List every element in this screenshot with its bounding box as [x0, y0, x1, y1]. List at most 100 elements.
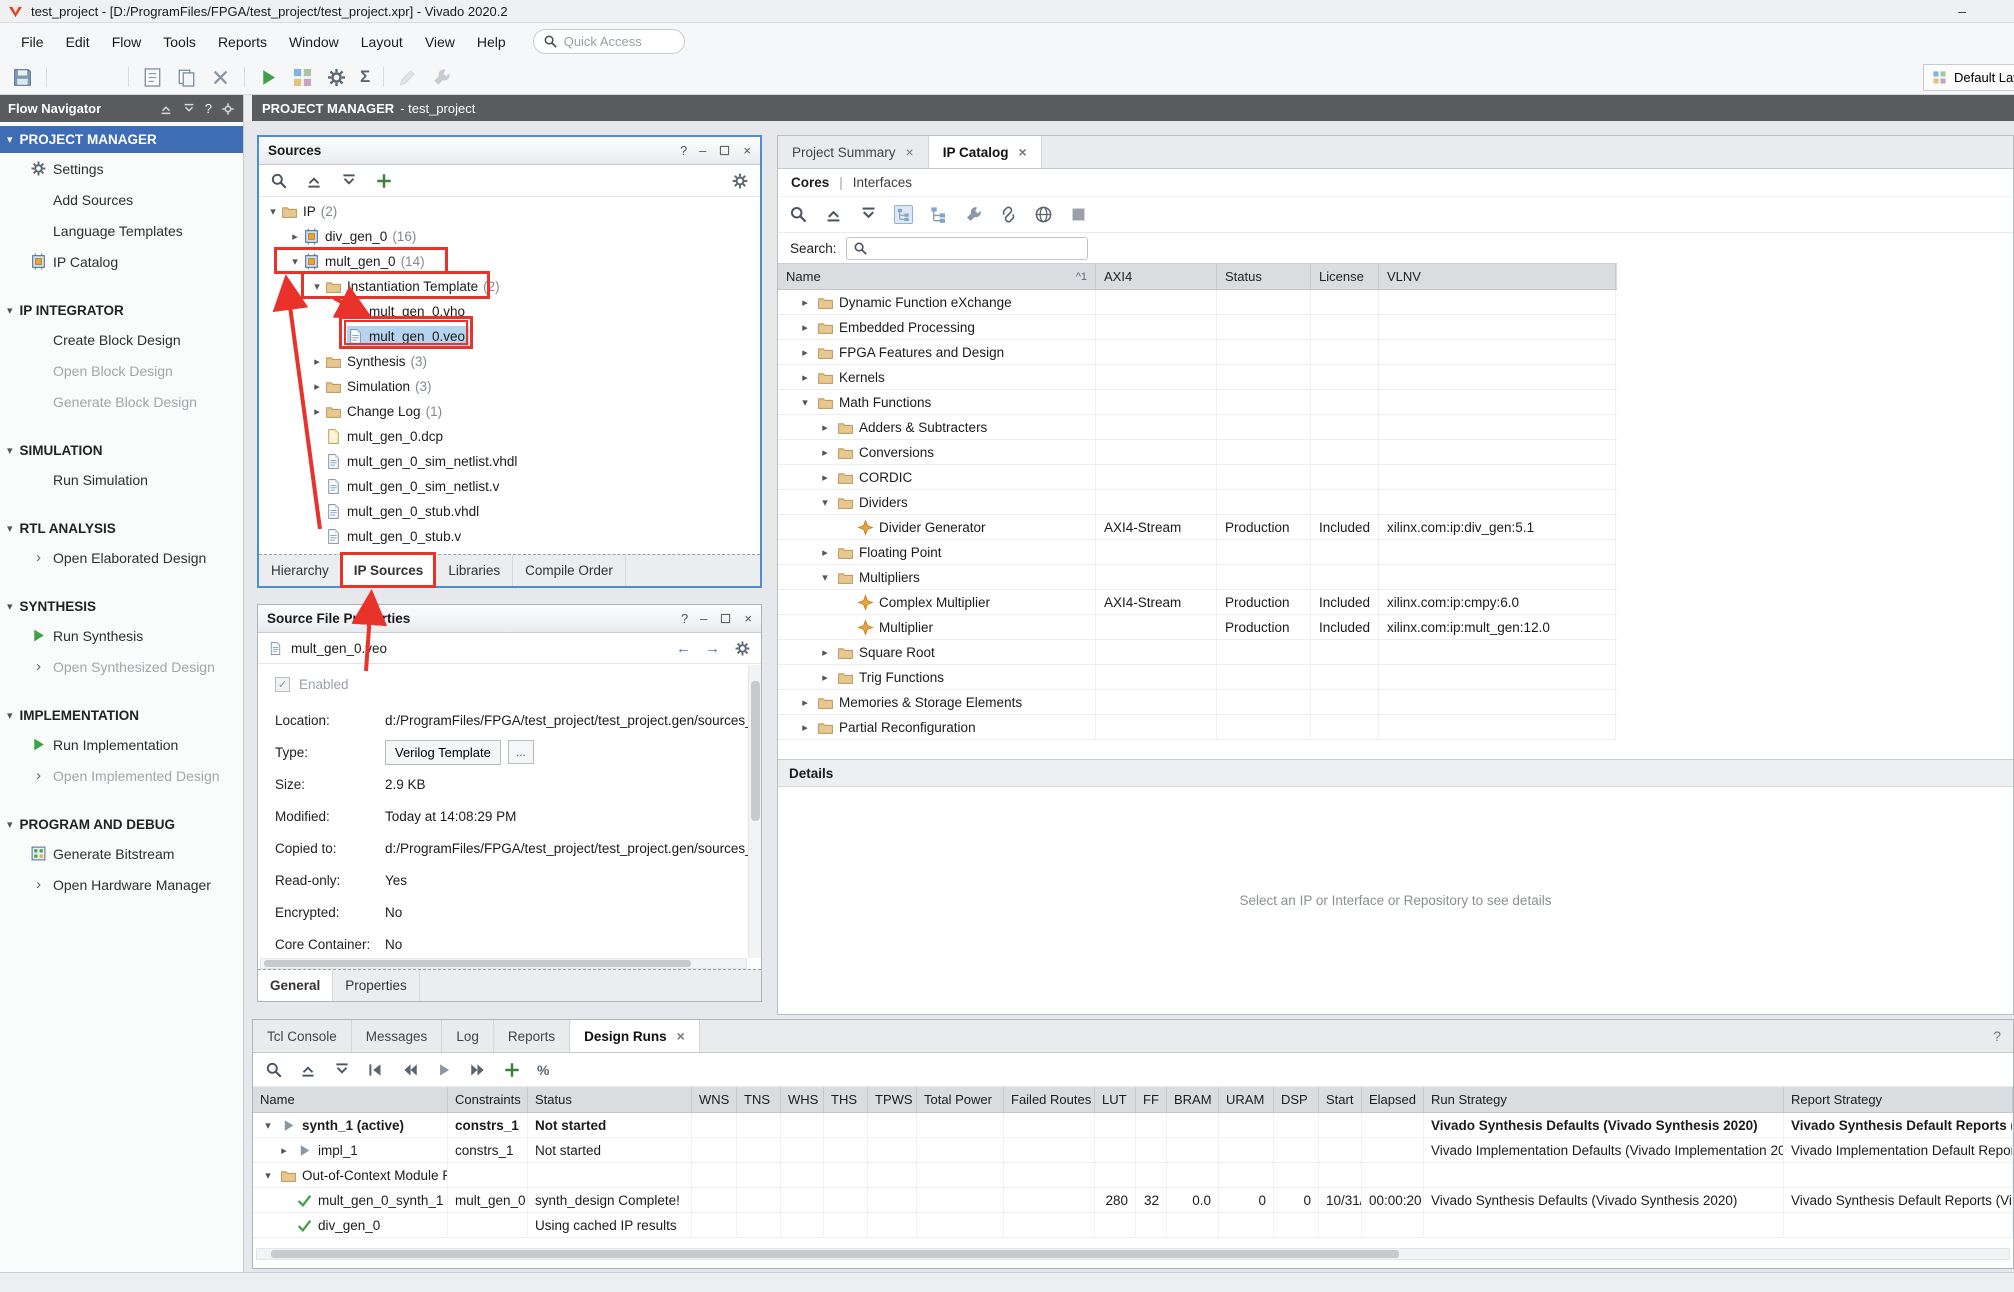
runs-column-ff[interactable]: FF: [1136, 1087, 1167, 1112]
expand-all-icon[interactable]: [333, 1061, 351, 1079]
catalog-row-multipliers[interactable]: ▾Multipliers: [778, 565, 1617, 590]
runs-column-whs[interactable]: WHS: [781, 1087, 824, 1112]
sources-tree-item-instantiation-template[interactable]: ▾Instantiation Template(2): [259, 274, 760, 299]
flownav-section-ip-integrator[interactable]: ▾IP INTEGRATOR: [0, 297, 243, 324]
customize-icon[interactable]: [964, 205, 983, 224]
sources-tree-item-mult-gen-0-sim-netlist-vhdl[interactable]: mult_gen_0_sim_netlist.vhdl: [259, 449, 760, 474]
collapse-all-icon[interactable]: [305, 172, 323, 190]
chevron-right-icon[interactable]: ▸: [798, 696, 812, 709]
runs-column-ths[interactable]: THS: [824, 1087, 868, 1112]
runs-column-report-strategy[interactable]: Report Strategy: [1784, 1087, 2013, 1112]
flownav-item-add-sources[interactable]: Add Sources: [0, 184, 243, 215]
subnav-interfaces[interactable]: Interfaces: [853, 175, 912, 190]
runs-column-failed-routes[interactable]: Failed Routes: [1004, 1087, 1095, 1112]
settings-gear-icon[interactable]: [731, 172, 749, 190]
settings-gear-icon[interactable]: [326, 67, 347, 88]
chevron-down-icon[interactable]: ▾: [265, 205, 281, 218]
flownav-item-run-implementation[interactable]: Run Implementation: [0, 729, 243, 760]
sources-tree-item-div-gen-0[interactable]: ▸div_gen_0(16): [259, 224, 760, 249]
menu-layout[interactable]: Layout: [350, 27, 414, 57]
chevron-down-icon[interactable]: ▾: [261, 1169, 275, 1182]
sources-tree-item-mult-gen-0-vho[interactable]: mult_gen_0.vho: [259, 299, 760, 324]
catalog-column-axi4[interactable]: AXI4: [1096, 264, 1217, 289]
tab-design-runs[interactable]: Design Runs×: [570, 1020, 700, 1052]
help-icon[interactable]: ?: [681, 611, 688, 626]
catalog-row-conversions[interactable]: ▸Conversions: [778, 440, 1617, 465]
sources-tree-item-mult-gen-0-stub-vhdl[interactable]: mult_gen_0_stub.vhdl: [259, 499, 760, 524]
menu-flow[interactable]: Flow: [101, 27, 153, 57]
flownav-item-run-synthesis[interactable]: Run Synthesis: [0, 620, 243, 651]
close-tab-icon[interactable]: ×: [1019, 144, 1027, 160]
back-icon[interactable]: ←: [676, 640, 691, 657]
scrollbar-thumb[interactable]: [751, 681, 760, 821]
scrollbar-thumb[interactable]: [264, 960, 691, 967]
default-layout-button[interactable]: Default Layout: [1923, 64, 2014, 91]
chevron-down-icon[interactable]: ▾: [818, 571, 832, 584]
catalog-column-status[interactable]: Status: [1217, 264, 1311, 289]
run-row-div-gen-0[interactable]: div_gen_0Using cached IP results: [253, 1213, 2013, 1238]
runs-column-constraints[interactable]: Constraints: [448, 1087, 528, 1112]
menu-tools[interactable]: Tools: [152, 27, 207, 57]
catalog-row-floating-point[interactable]: ▸Floating Point: [778, 540, 1617, 565]
expand-all-icon[interactable]: [340, 172, 358, 190]
search-icon[interactable]: [265, 1061, 283, 1079]
gear-icon[interactable]: [221, 102, 235, 116]
chevron-right-icon[interactable]: ▸: [309, 380, 325, 393]
forward-icon[interactable]: →: [705, 640, 720, 657]
runs-column-status[interactable]: Status: [528, 1087, 692, 1112]
sources-tab-libraries[interactable]: Libraries: [436, 555, 513, 586]
chevron-right-icon[interactable]: ▸: [818, 471, 832, 484]
chevron-right-icon[interactable]: ▸: [818, 421, 832, 434]
close-tab-icon[interactable]: ×: [677, 1028, 685, 1044]
horizontal-scrollbar[interactable]: [256, 1248, 2010, 1260]
catalog-search-input[interactable]: [846, 237, 1088, 260]
collapse-all-icon[interactable]: [824, 205, 843, 224]
runs-column-start[interactable]: Start: [1319, 1087, 1362, 1112]
chevron-right-icon[interactable]: ▸: [798, 321, 812, 334]
runs-column-tns[interactable]: TNS: [737, 1087, 781, 1112]
catalog-row-fpga-features-and-design[interactable]: ▸FPGA Features and Design: [778, 340, 1617, 365]
chevron-down-icon[interactable]: ▾: [309, 280, 325, 293]
vertical-scrollbar[interactable]: [748, 665, 761, 958]
sources-tab-compile-order[interactable]: Compile Order: [513, 555, 626, 586]
flownav-item-open-synthesized-design[interactable]: ›Open Synthesized Design: [0, 651, 243, 682]
stop-icon[interactable]: [1069, 205, 1088, 224]
collapse-all-icon[interactable]: [159, 102, 173, 116]
scrollbar-thumb[interactable]: [271, 1250, 1399, 1258]
taxonomy-icon[interactable]: [929, 205, 948, 224]
subnav-cores[interactable]: Cores: [791, 175, 829, 190]
sources-tree-item-synthesis[interactable]: ▸Synthesis(3): [259, 349, 760, 374]
menu-file[interactable]: File: [10, 27, 55, 57]
sources-tree-item-mult-gen-0-stub-v[interactable]: mult_gen_0_stub.v: [259, 524, 760, 549]
gear-icon[interactable]: [734, 640, 751, 657]
flownav-item-open-block-design[interactable]: Open Block Design: [0, 355, 243, 386]
link-icon[interactable]: [999, 205, 1018, 224]
catalog-row-divider-generator[interactable]: Divider GeneratorAXI4-StreamProductionIn…: [778, 515, 1617, 540]
chevron-down-icon[interactable]: ▾: [798, 396, 812, 409]
close-icon[interactable]: ×: [744, 611, 752, 626]
runs-column-elapsed[interactable]: Elapsed: [1362, 1087, 1424, 1112]
catalog-row-trig-functions[interactable]: ▸Trig Functions: [778, 665, 1617, 690]
float-icon[interactable]: [719, 612, 732, 625]
flownav-section-implementation[interactable]: ▾IMPLEMENTATION: [0, 702, 243, 729]
flownav-item-run-simulation[interactable]: Run Simulation: [0, 464, 243, 495]
catalog-row-partial-reconfiguration[interactable]: ▸Partial Reconfiguration: [778, 715, 1617, 740]
enabled-checkbox[interactable]: ✓: [275, 677, 290, 692]
flownav-item-language-templates[interactable]: Language Templates: [0, 215, 243, 246]
type-value-button[interactable]: Verilog Template: [385, 740, 501, 765]
tab-project-summary[interactable]: Project Summary×: [778, 136, 929, 168]
catalog-column-license[interactable]: License: [1311, 264, 1379, 289]
chevron-right-icon[interactable]: ▸: [798, 721, 812, 734]
tab-log[interactable]: Log: [442, 1020, 494, 1052]
catalog-row-embedded-processing[interactable]: ▸Embedded Processing: [778, 315, 1617, 340]
chevron-right-icon[interactable]: ▸: [309, 405, 325, 418]
sources-tab-hierarchy[interactable]: Hierarchy: [259, 555, 342, 586]
quick-access-search[interactable]: Quick Access: [533, 29, 685, 54]
runs-column-uram[interactable]: URAM: [1219, 1087, 1274, 1112]
catalog-column-name[interactable]: Name^1: [778, 264, 1096, 289]
redo-icon[interactable]: [94, 67, 115, 88]
menu-edit[interactable]: Edit: [55, 27, 101, 57]
flownav-item-open-hardware-manager[interactable]: ›Open Hardware Manager: [0, 869, 243, 900]
sources-tree-item-ip[interactable]: ▾IP(2): [259, 199, 760, 224]
sum-icon[interactable]: Σ: [360, 67, 370, 87]
